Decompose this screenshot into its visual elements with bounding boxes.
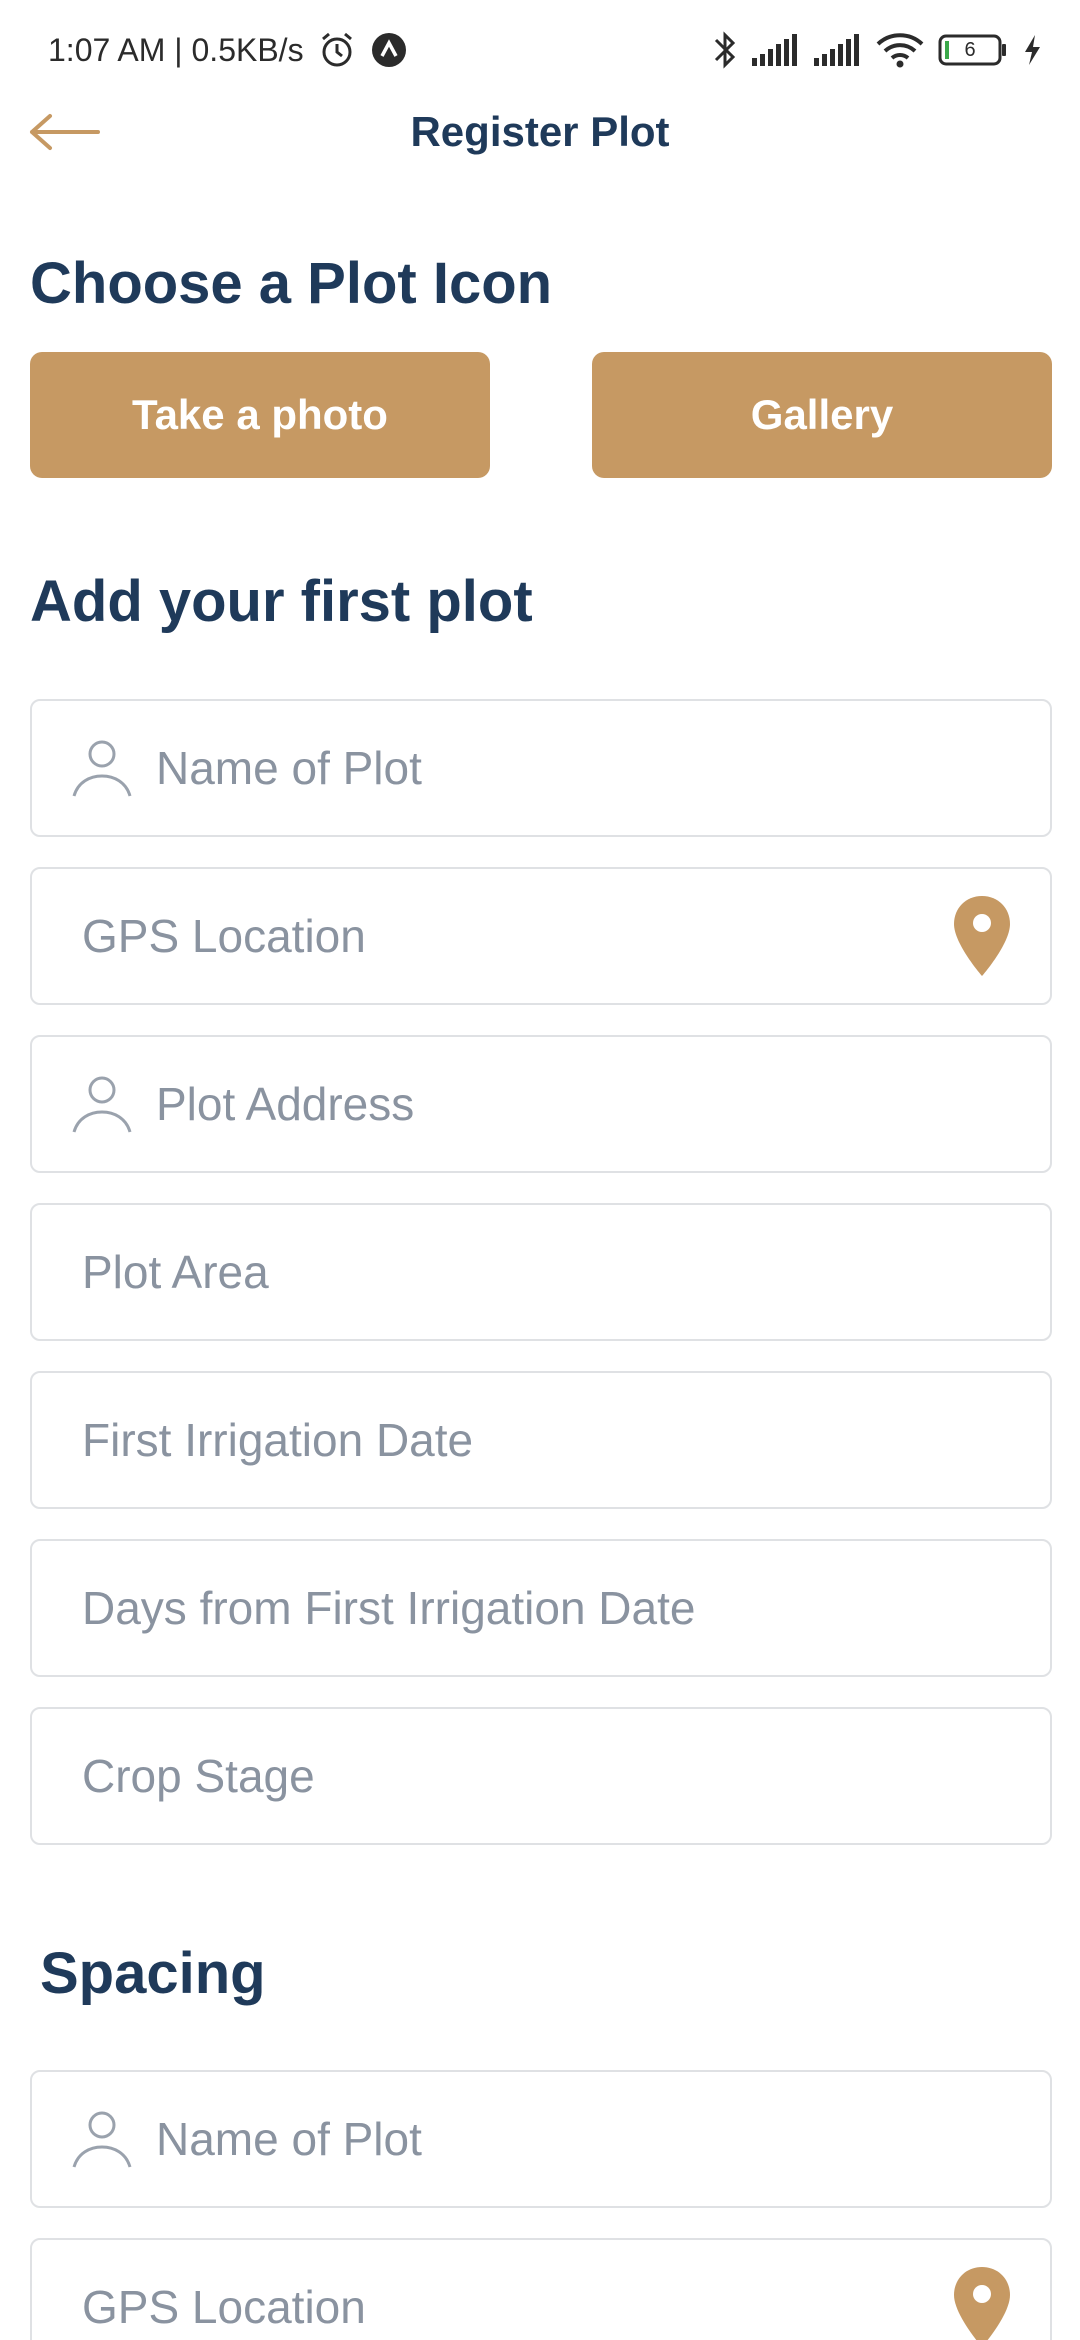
app-bar: Register Plot [0,100,1080,164]
person-icon [70,736,134,800]
crop-stage-field[interactable]: Crop Stage [30,1707,1052,1845]
location-pin-icon[interactable] [952,894,1012,978]
take-photo-label: Take a photo [132,391,388,438]
app-notification-icon [370,31,408,69]
location-pin-icon[interactable] [952,2265,1012,2340]
crop-stage-placeholder: Crop Stage [82,1750,315,1802]
take-photo-button[interactable]: Take a photo [30,352,490,478]
person-icon [70,2107,134,2171]
alarm-icon [318,31,356,69]
battery-icon: 6 [938,33,1008,67]
gps-location-field[interactable]: GPS Location [30,867,1052,1005]
days-from-irrigation-placeholder: Days from First Irrigation Date [82,1582,696,1634]
plot-address-field[interactable]: Plot Address [30,1035,1052,1173]
spacing-gps-location-field[interactable]: GPS Location [30,2238,1052,2340]
gallery-label: Gallery [750,391,894,438]
back-button[interactable] [22,100,106,164]
status-time-speed: 1:07 AM | 0.5KB/s [48,31,304,68]
status-bar: 1:07 AM | 0.5KB/s 6 [0,0,1080,100]
plot-area-field[interactable]: Plot Area [30,1203,1052,1341]
first-irrigation-date-field[interactable]: First Irrigation Date [30,1371,1052,1509]
plot-name-placeholder: Name of Plot [156,742,422,794]
add-first-plot-title: Add your first plot [30,569,533,634]
gps-location-placeholder: GPS Location [82,910,366,962]
spacing-plot-name-field[interactable]: Name of Plot [30,2070,1052,2208]
register-plot-screen: 1:07 AM | 0.5KB/s 6 Register Plot Choose… [0,0,1080,2340]
spacing-gps-location-placeholder: GPS Location [82,2281,366,2333]
signal-icon [814,34,862,66]
bluetooth-icon [712,30,738,70]
person-icon [70,1072,134,1136]
battery-level: 6 [964,38,976,61]
spacing-title: Spacing [40,1941,266,2006]
wifi-icon [876,32,924,68]
first-irrigation-date-placeholder: First Irrigation Date [82,1414,474,1466]
page-title: Register Plot [410,108,670,155]
signal-icon [752,34,800,66]
plot-address-placeholder: Plot Address [156,1078,415,1130]
plot-area-placeholder: Plot Area [82,1246,269,1298]
gallery-button[interactable]: Gallery [592,352,1052,478]
choose-plot-icon-title: Choose a Plot Icon [30,251,553,316]
charging-icon [1022,33,1042,67]
spacing-plot-name-placeholder: Name of Plot [156,2113,422,2165]
days-from-irrigation-field[interactable]: Days from First Irrigation Date [30,1539,1052,1677]
back-arrow-icon [30,114,100,150]
plot-name-field[interactable]: Name of Plot [30,699,1052,837]
